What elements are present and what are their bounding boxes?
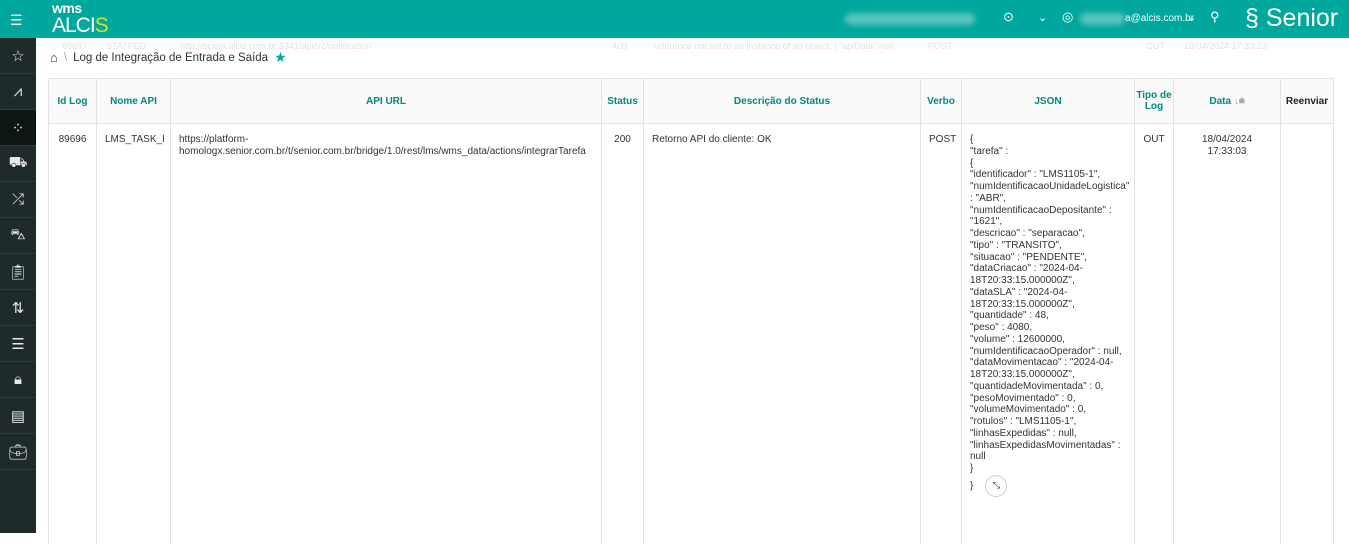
clipboard-icon[interactable]: 📋︎	[0, 254, 36, 290]
blurred-user	[1080, 13, 1125, 25]
json-line: "1621",	[970, 216, 1003, 228]
delivery-icon[interactable]: ⛍	[0, 218, 36, 254]
favorite-star-icon[interactable]: ★	[274, 49, 287, 66]
collapse-json-icon[interactable]: ⤡	[985, 474, 1008, 497]
col-status[interactable]: Status	[601, 78, 644, 124]
url-line-1: https://platform-	[179, 134, 249, 145]
json-line: "volume" : 12600000,	[970, 333, 1065, 345]
json-line: "pesoMovimentado" : 0,	[970, 392, 1076, 404]
json-line: {	[970, 157, 974, 169]
location-icon[interactable]: ⊙	[1003, 9, 1014, 25]
top-bar: ☰ wms ALCIS ⊙ ⌄ ◎ a@alcis.com.br ⌄ ⚲ § S…	[0, 0, 1349, 38]
json-line: "tipo" : "TRANSITO",	[970, 239, 1062, 251]
col-data-label: Data	[1209, 95, 1232, 107]
cell-name: LMS_TASK_I	[96, 123, 171, 544]
col-id-log[interactable]: Id Log	[48, 78, 97, 124]
json-line: 18T20:33:15.000000Z",	[970, 298, 1075, 310]
json-line: : "ABR",	[970, 192, 1006, 204]
json-line: "peso" : 4080,	[970, 322, 1033, 333]
ghost-verb: POST	[928, 41, 953, 51]
json-line: "quantidade" : 48,	[970, 310, 1049, 322]
cell-status: 200	[601, 123, 644, 544]
checklist-icon[interactable]: ☰	[0, 326, 36, 362]
col-api-url[interactable]: API URL	[170, 78, 602, 124]
json-line: "dataSLA" : "2024-04-	[970, 286, 1068, 298]
sidebar: ☆ ⩘ ⁘ ⛟ ⤮ ⛍ 📋︎ ⇅ ☰ 🔒︎ ▤ 💼︎	[0, 38, 36, 533]
cell-url: https://platform-homologx.senior.com.br/…	[170, 123, 602, 544]
cell-verb: POST	[920, 123, 962, 544]
col-reenviar: Reenviar	[1280, 78, 1334, 124]
logo-main: ALCI	[52, 14, 96, 37]
senior-brand: Senior	[1265, 4, 1339, 32]
cell-json: {"tarefa" :{"identificador" : "LMS1105-1…	[961, 123, 1135, 544]
table-row: 89696 LMS_TASK_I https://platform-homolo…	[48, 123, 1334, 544]
json-line: "situacao" : "PENDENTE",	[970, 251, 1088, 263]
col-data[interactable]: Data ↓⩧	[1173, 78, 1281, 124]
ghost-status: 400	[612, 41, 628, 51]
logo-top: wms	[52, 0, 82, 16]
briefcase-icon[interactable]: 💼︎	[0, 434, 36, 470]
cell-reenviar	[1280, 123, 1334, 544]
json-line: "numIdentificacaoDepositante" :	[970, 204, 1112, 216]
col-descricao[interactable]: Descrição do Status	[643, 78, 921, 124]
json-line: {	[970, 134, 974, 145]
cell-desc: Retorno API do cliente: OK	[643, 123, 921, 544]
col-json[interactable]: JSON	[961, 78, 1135, 124]
search-icon[interactable]: ⚲	[1210, 9, 1220, 25]
ghost-desc: reference not set to an instance of an o…	[654, 41, 896, 51]
cell-id: 89696	[48, 123, 97, 544]
json-line: "dataCriacao" : "2024-04-	[970, 263, 1083, 275]
col-verbo[interactable]: Verbo	[920, 78, 962, 124]
json-line: 18T20:33:15.000000Z",	[970, 275, 1075, 286]
json-line: "tarefa" :	[970, 145, 1009, 157]
json-line: "linhasExpedidasMovimentadas" :	[970, 439, 1121, 451]
json-line: "linhasExpedidas" : null,	[970, 427, 1077, 439]
location-chevron-icon[interactable]: ⌄	[1038, 11, 1047, 24]
cell-date: 18/04/2024 17:33:03	[1173, 123, 1281, 544]
table-header: Id Log Nome API API URL Status Descrição…	[48, 78, 1334, 124]
col-nome-api[interactable]: Nome API	[96, 78, 171, 124]
json-line: "numIdentificacaoOperador" : null,	[970, 345, 1122, 357]
json-line: 18T20:33:15.000000Z",	[970, 369, 1075, 380]
archive-icon[interactable]: ▤	[0, 398, 36, 434]
breadcrumb: ⌂ \ Log de Integração de Entrada e Saída…	[50, 49, 287, 66]
json-line: "identificador" : "LMS1105-1",	[970, 169, 1101, 181]
truck-icon[interactable]: ⛟	[0, 146, 36, 182]
menu-icon[interactable]: ☰	[10, 12, 23, 29]
wms-alcis-logo[interactable]: wms ALCIS	[52, 0, 109, 37]
json-line: "quantidadeMovimentada" : 0,	[970, 380, 1104, 392]
json-line: } ⤡	[970, 474, 1126, 497]
user-icon[interactable]: ◎	[1062, 9, 1073, 25]
logo-s: S	[94, 14, 109, 37]
json-line: "descricao" : "separacao",	[970, 228, 1085, 239]
home-icon[interactable]: ⌂	[50, 50, 58, 65]
senior-logo: § Senior	[1245, 4, 1339, 32]
favorites-icon[interactable]: ☆	[0, 38, 36, 74]
breadcrumb-separator: \	[63, 51, 68, 64]
json-line: "dataMovimentacao" : "2024-04-	[970, 357, 1114, 369]
url-line-2: homologx.senior.com.br/t/senior.com.br/b…	[179, 146, 586, 157]
json-line: "rotulos" : "LMS1105-1",	[970, 416, 1077, 427]
sync-icon[interactable]: ⇅	[0, 290, 36, 326]
ghost-date: 18/04/2024 17:33:23	[1184, 41, 1267, 51]
col-tipo-log[interactable]: Tipo de Log	[1134, 78, 1174, 124]
sort-desc-icon[interactable]: ↓⩧	[1234, 96, 1245, 107]
user-chevron-icon[interactable]: ⌄	[1187, 11, 1196, 24]
cell-type: OUT	[1134, 123, 1174, 544]
chart-icon[interactable]: ⩘	[0, 74, 36, 110]
json-line: "volumeMovimentado" : 0,	[970, 404, 1087, 416]
user-email[interactable]: a@alcis.com.br	[1125, 13, 1194, 24]
json-line: }	[970, 463, 974, 474]
apps-icon[interactable]: ⁘	[0, 110, 36, 146]
ghost-type: OUT	[1146, 41, 1165, 51]
lock-icon[interactable]: 🔒︎	[0, 362, 36, 398]
blurred-company	[845, 13, 975, 25]
json-line: null	[970, 451, 986, 463]
log-table: Id Log Nome API API URL Status Descrição…	[48, 78, 1334, 544]
page-title: Log de Integração de Entrada e Saída	[73, 51, 269, 64]
shuffle-icon[interactable]: ⤮	[0, 182, 36, 218]
json-line: "numIdentificacaoUnidadeLogistica"	[970, 181, 1130, 192]
